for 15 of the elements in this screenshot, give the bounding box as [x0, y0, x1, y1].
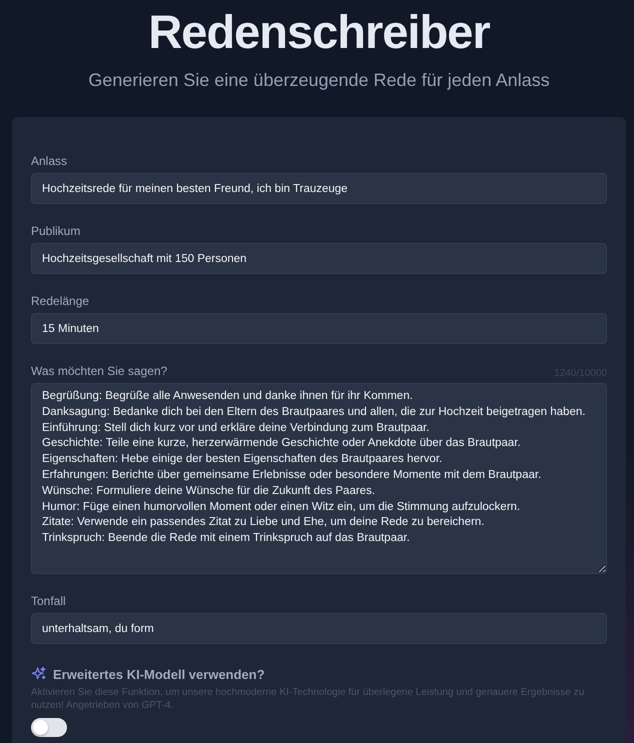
input-field[interactable]: 15 Minuten	[31, 313, 607, 344]
field-label: Publikum	[31, 223, 80, 239]
option-title: Erweitertes KI-Modell verwenden?	[53, 666, 265, 682]
field-label: Anlass	[31, 153, 68, 169]
field-label: Was möchten Sie sagen?	[31, 363, 168, 379]
sparkle-icon	[31, 666, 47, 682]
input-field[interactable]: unterhaltsam, du form	[31, 613, 607, 644]
field-label: Tonfall	[31, 593, 66, 609]
input-field[interactable]: Hochzeitsrede für meinen besten Freund, ich bin Trauzeuge	[31, 173, 607, 204]
toggle-switch[interactable]	[31, 718, 67, 737]
field-label: Redelänge	[31, 293, 90, 309]
text-area[interactable]: Begrüßung: Begrüße alle Anwesenden und danke ihnen für ihr Kommen. Danksagung: Bedanke dich bei den Eltern des Brautpaares und allen, die zur Hochzeit beigetragen haben. Einführung: Stell dich kurz vor und erkläre deine Verbindung zum Brautpaar. Geschichte: Teile eine kurze, herzerwärmende Geschichte oder Anekdote über das Brautpaar. Eigenschaften: Hebe einige der besten Eigenschaften des Brautpaares hervor. Erfahrungen: Berichte über gemeinsame Erlebnisse oder besondere Momente mit dem Brautpaar. Wünsche: Formuliere deine Wünsche für die Zukunft des Paares. Humor: Füge einen humorvollen Moment oder einen Witz ein, um die Stimmung aufzulockern. Zitate: Verwende ein passendes Zitat zu Liebe und Ehe, um deine Rede zu bereichern. Trinkspruch: Beende die Rede mit einem Trinkspruch auf das Brautpaar.	[31, 383, 607, 574]
input-field[interactable]: Hochzeitsgesellschaft mit 150 Personen	[31, 243, 607, 274]
app-title: Redenschreiber	[148, 4, 490, 60]
app-subtitle: Generieren Sie eine überzeugende Rede für jeden Anlass	[88, 70, 550, 91]
